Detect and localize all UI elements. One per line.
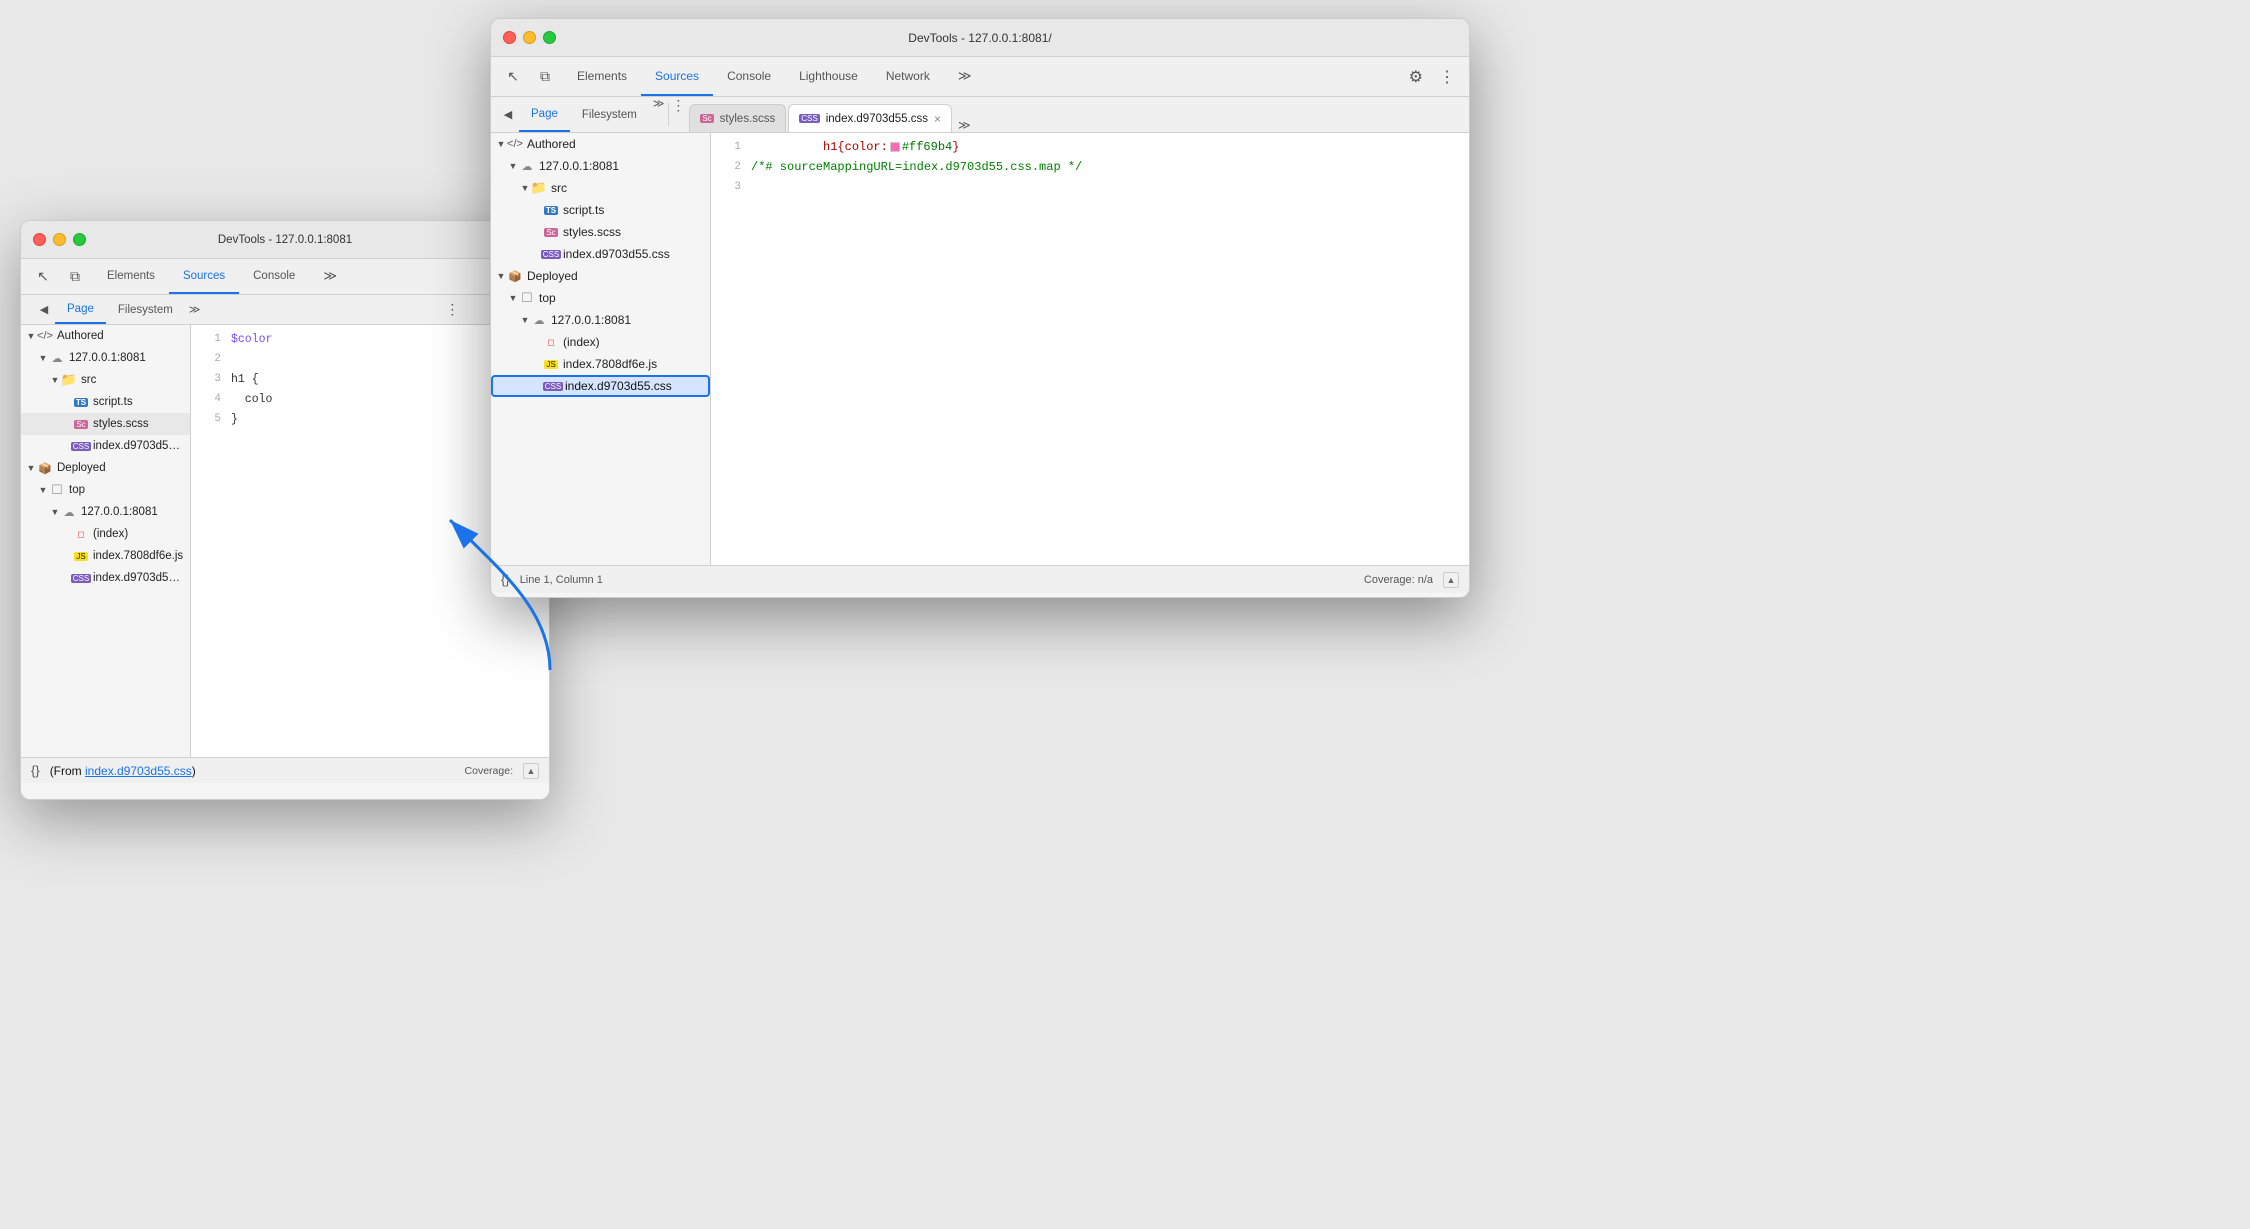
front-toolbar: ↖ ⧉ Elements Sources Console Lighthouse … — [491, 57, 1469, 97]
back-main-tabs: Elements Sources Console ≫ — [93, 259, 479, 294]
front-code-editor[interactable]: 1 h1{color:#ff69b4} 2 /*# sourceMappingU… — [711, 133, 1469, 565]
front-status-bar: {} Line 1, Column 1 Coverage: n/a ▲ — [491, 565, 1469, 593]
front-tree-script-ts[interactable]: TS script.ts — [491, 199, 710, 221]
front-scroll-btn[interactable]: ▲ — [1443, 572, 1459, 588]
front-coverage-label: Coverage: n/a — [1364, 574, 1433, 586]
front-tree-index-js[interactable]: JS index.7808df6e.js — [491, 353, 710, 375]
back-subtab-filesystem[interactable]: Filesystem — [106, 295, 185, 324]
front-sources-layout: ▼ </> Authored ▼ ☁ 127.0.0.1:8081 ▼ 📁 sr… — [491, 133, 1469, 565]
front-file-tree: ▼ </> Authored ▼ ☁ 127.0.0.1:8081 ▼ 📁 sr… — [491, 133, 711, 565]
back-tree-deployed-host[interactable]: ▼ ☁ 127.0.0.1:8081 — [21, 501, 190, 523]
front-window-title: DevTools - 127.0.0.1:8081/ — [908, 31, 1051, 45]
front-tree-deployed-host[interactable]: ▼ ☁ 127.0.0.1:8081 — [491, 309, 710, 331]
back-tab-more[interactable]: ≫ — [309, 259, 351, 294]
back-titlebar: DevTools - 127.0.0.1:8081 — [21, 221, 549, 259]
front-devtools-window: DevTools - 127.0.0.1:8081/ ↖ ⧉ Elements … — [490, 18, 1470, 598]
back-subtab-more[interactable]: ≫ — [185, 303, 205, 316]
front-toggle-sidebar[interactable]: ◀ — [497, 104, 519, 126]
front-tab-lighthouse[interactable]: Lighthouse — [785, 57, 872, 96]
front-tab-index-css[interactable]: CSS index.d9703d55.css × — [788, 104, 952, 132]
back-fullscreen-btn[interactable] — [73, 233, 86, 246]
front-code-line-3: 3 — [711, 177, 1469, 197]
front-tabs-row: ◀ Page Filesystem ≫ ⋮ Sc styles.scss CSS… — [491, 97, 1469, 133]
front-tab-styles-scss-label: styles.scss — [720, 113, 776, 125]
back-toggle-sidebar[interactable]: ◀ — [33, 299, 55, 321]
front-subtab-more[interactable]: ≫ — [649, 97, 669, 132]
back-format-btn[interactable]: {} — [31, 763, 40, 778]
back-tree-src[interactable]: ▼ 📁 src — [21, 369, 190, 391]
front-format-btn[interactable]: {} — [501, 572, 510, 587]
back-minimize-btn[interactable] — [53, 233, 66, 246]
front-tree-top[interactable]: ▼ ☐ top — [491, 287, 710, 309]
front-cursor-tool[interactable]: ↖ — [499, 63, 527, 91]
back-tree-deployed-css[interactable]: CSS index.d9703d55.css — [21, 567, 190, 589]
front-tree-deployed[interactable]: ▼ 📦 Deployed — [491, 265, 710, 287]
back-devtools-window: DevTools - 127.0.0.1:8081 ↖ ⧉ Elements S… — [20, 220, 550, 800]
front-tree-index-html[interactable]: ◻ (index) — [491, 331, 710, 353]
front-minimize-btn[interactable] — [523, 31, 536, 44]
front-traffic-lights — [503, 31, 556, 44]
back-tree-index-js[interactable]: JS index.7808df6e.js — [21, 545, 190, 567]
front-layers-tool[interactable]: ⧉ — [531, 63, 559, 91]
back-tree-script-ts[interactable]: TS script.ts — [21, 391, 190, 413]
back-cursor-tool[interactable]: ↖ — [29, 263, 57, 291]
back-subtabs: ◀ Page Filesystem ≫ ⋮ script.ts — [21, 295, 549, 325]
front-tab-index-css-label: index.d9703d55.css — [826, 113, 928, 125]
front-tab-elements[interactable]: Elements — [563, 57, 641, 96]
back-toolbar: ↖ ⧉ Elements Sources Console ≫ ⚙ ⋮ — [21, 259, 549, 295]
back-tab-console[interactable]: Console — [239, 259, 309, 294]
back-scroll-btn[interactable]: ▲ — [523, 763, 539, 779]
back-tree-styles-scss[interactable]: Sc styles.scss — [21, 413, 190, 435]
back-status-bar: {} (From index.d9703d55.css) Coverage: ▲ — [21, 757, 549, 783]
front-tree-host[interactable]: ▼ ☁ 127.0.0.1:8081 — [491, 155, 710, 177]
back-tree-top[interactable]: ▼ ☐ top — [21, 479, 190, 501]
front-tree-index-css-authored[interactable]: CSS index.d9703d55.css — [491, 243, 710, 265]
back-subtab-dots[interactable]: ⋮ — [445, 301, 459, 318]
front-divider — [668, 103, 669, 126]
back-sources-layout: ▼ </> Authored ▼ ☁ 127.0.0.1:8081 ▼ 📁 sr… — [21, 325, 549, 757]
front-position-label: Line 1, Column 1 — [520, 574, 603, 586]
front-tree-styles-scss[interactable]: Sc styles.scss — [491, 221, 710, 243]
front-tab-styles-scss[interactable]: Sc styles.scss — [689, 104, 786, 132]
back-from-label: (From index.d9703d55.css) — [50, 764, 196, 778]
front-tab-network[interactable]: Network — [872, 57, 944, 96]
back-tree-host[interactable]: ▼ ☁ 127.0.0.1:8081 — [21, 347, 190, 369]
front-more-btn[interactable]: ⋮ — [1433, 67, 1461, 87]
back-tree-index-html[interactable]: ◻ (index) — [21, 523, 190, 545]
back-tree-index-css[interactable]: CSS index.d9703d55.css — [21, 435, 190, 457]
back-subtab-page[interactable]: Page — [55, 295, 106, 324]
back-tab-sources[interactable]: Sources — [169, 259, 239, 294]
front-tab-more[interactable]: ≫ — [944, 57, 986, 96]
front-tab-index-css-close[interactable]: × — [934, 112, 941, 126]
back-close-btn[interactable] — [33, 233, 46, 246]
front-fullscreen-btn[interactable] — [543, 31, 556, 44]
back-tree-deployed[interactable]: ▼ 📦 Deployed — [21, 457, 190, 479]
front-subtab-page[interactable]: Page — [519, 97, 570, 132]
front-code-line-2: 2 /*# sourceMappingURL=index.d9703d55.cs… — [711, 157, 1469, 177]
back-tab-elements[interactable]: Elements — [93, 259, 169, 294]
back-traffic-lights — [33, 233, 86, 246]
front-tab-sources[interactable]: Sources — [641, 57, 713, 96]
front-tree-authored[interactable]: ▼ </> Authored — [491, 133, 710, 155]
front-main-tabs: Elements Sources Console Lighthouse Netw… — [563, 57, 1399, 96]
back-coverage-label: Coverage: — [465, 765, 513, 777]
front-close-btn[interactable] — [503, 31, 516, 44]
front-editor-tab-more[interactable]: ≫ — [958, 118, 971, 132]
front-titlebar: DevTools - 127.0.0.1:8081/ — [491, 19, 1469, 57]
front-subtab-dots[interactable]: ⋮ — [671, 97, 685, 132]
back-file-tree: ▼ </> Authored ▼ ☁ 127.0.0.1:8081 ▼ 📁 sr… — [21, 325, 191, 757]
back-window-title: DevTools - 127.0.0.1:8081 — [218, 234, 352, 246]
back-from-link[interactable]: index.d9703d55.css — [85, 764, 192, 778]
front-tab-console[interactable]: Console — [713, 57, 785, 96]
front-editor-tabs: Sc styles.scss CSS index.d9703d55.css × … — [685, 97, 1469, 132]
back-layers-tool[interactable]: ⧉ — [61, 263, 89, 291]
front-tree-deployed-css[interactable]: CSS index.d9703d55.css — [491, 375, 710, 397]
back-tree-authored[interactable]: ▼ </> Authored — [21, 325, 190, 347]
front-subtab-filesystem[interactable]: Filesystem — [570, 97, 649, 132]
front-code-line-1: 1 h1{color:#ff69b4} — [711, 137, 1469, 157]
front-tree-src[interactable]: ▼ 📁 src — [491, 177, 710, 199]
front-gear-btn[interactable]: ⚙ — [1403, 67, 1429, 87]
color-swatch[interactable] — [890, 142, 900, 152]
